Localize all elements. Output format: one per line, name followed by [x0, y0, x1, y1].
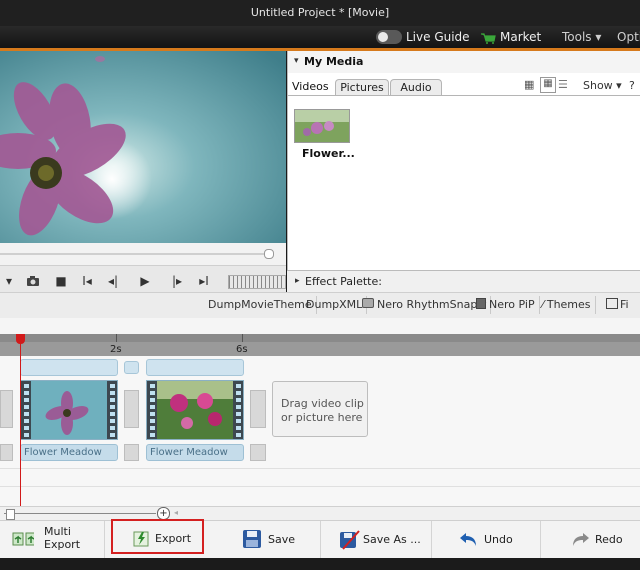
stop-icon[interactable]: ■ — [52, 272, 70, 290]
playhead-handle[interactable] — [16, 334, 25, 344]
export-button[interactable]: Export — [111, 519, 204, 554]
dumpmovietheme-button[interactable]: DumpMovieTheme — [204, 296, 317, 314]
pip-icon — [476, 298, 486, 309]
export-label: Export — [155, 532, 192, 545]
window-title: Untitled Project * [Movie] — [250, 6, 390, 19]
help-icon[interactable]: ? — [629, 79, 635, 92]
drop-zone-text: Drag video clip or picture here — [281, 397, 364, 424]
list-view-icon[interactable]: ☰ — [558, 78, 568, 91]
save-as-label: Save As ... — [363, 533, 421, 546]
video-clip[interactable] — [146, 380, 244, 440]
zoom-slider-handle[interactable] — [6, 509, 15, 520]
scroll-left-icon[interactable]: ◂ — [174, 508, 178, 517]
window-bottom-edge — [0, 558, 640, 570]
save-button[interactable]: Save — [212, 521, 321, 559]
drop-zone[interactable]: Drag video clip or picture here — [272, 381, 368, 437]
themes-button[interactable]: ⁄ Themes — [538, 296, 596, 314]
floppy-disk-icon — [243, 530, 261, 548]
redo-label: Redo — [595, 533, 623, 546]
media-item-label: Flower... — [302, 147, 355, 160]
save-as-button[interactable]: Save As ... — [321, 521, 432, 559]
transition-placeholder[interactable] — [124, 390, 139, 428]
timeline-spacer — [0, 318, 640, 334]
expand-arrow-icon[interactable]: ▸ — [295, 276, 300, 286]
clip-label[interactable]: Flower Meadow — [20, 444, 118, 461]
multi-export-button[interactable]: Multi Export — [0, 521, 105, 559]
transition-slot[interactable] — [146, 359, 244, 376]
tab-videos[interactable]: Videos — [292, 80, 329, 93]
scrubber-track[interactable] — [0, 253, 272, 255]
cart-icon — [481, 33, 496, 44]
ruler-tick-6s: 6s — [236, 344, 248, 355]
play-icon[interactable]: ▶ — [136, 272, 154, 290]
drum-icon — [362, 298, 374, 308]
timeline-ruler[interactable]: 2s 6s — [0, 334, 640, 356]
redo-icon — [573, 533, 589, 546]
clip-thumbnail — [157, 381, 233, 439]
next-frame-icon[interactable]: |▸ — [168, 272, 186, 290]
fit-button[interactable]: Fi — [602, 296, 633, 314]
jog-wheel[interactable] — [228, 275, 286, 289]
mark-out-icon[interactable]: ▸I — [195, 272, 213, 290]
tools-menu[interactable]: Tools ▾ — [562, 30, 601, 44]
media-thumbnail[interactable] — [294, 109, 350, 143]
scrubber-handle[interactable] — [264, 249, 274, 259]
playhead[interactable] — [16, 334, 25, 506]
tab-audio[interactable]: Audio — [390, 79, 442, 96]
tab-pictures[interactable]: Pictures — [335, 79, 389, 96]
preview-window[interactable] — [0, 51, 286, 243]
show-dropdown[interactable]: Show ▾ — [583, 79, 622, 92]
small-thumbnails-icon[interactable]: ▦ — [540, 77, 556, 93]
options-menu[interactable]: Opti — [617, 30, 640, 44]
camera-icon[interactable] — [24, 272, 42, 290]
my-media-header: ▾ My Media — [288, 51, 640, 73]
ruler-tick-2s: 2s — [110, 344, 122, 355]
nero-pip-button[interactable]: Nero PiP — [472, 296, 540, 314]
timeline-zoom-bar: + ◂ — [0, 506, 640, 521]
previous-frame-icon[interactable]: ◂| — [104, 272, 122, 290]
video-clip[interactable] — [20, 380, 118, 440]
clip-thumbnail — [31, 381, 107, 439]
transition-slot[interactable] — [20, 359, 118, 376]
undo-label: Undo — [484, 533, 513, 546]
transition-placeholder[interactable] — [0, 390, 13, 428]
dropdown-arrow-icon[interactable]: ▾ — [0, 272, 18, 290]
audio-placeholder[interactable] — [0, 444, 13, 461]
fit-icon — [606, 298, 618, 309]
preview-image — [0, 51, 286, 243]
export-icon — [133, 531, 149, 547]
bottom-toolbar: Multi Export Export Save Save As ... Und… — [0, 519, 640, 559]
clip-label[interactable]: Flower Meadow — [146, 444, 244, 461]
collapse-arrow-icon[interactable]: ▾ — [294, 56, 299, 66]
plugin-toolbar: DumpMovieTheme DumpXML Nero RhythmSnap ▾… — [0, 292, 640, 320]
title-bar: Untitled Project * [Movie] — [0, 0, 640, 26]
audio-placeholder[interactable] — [250, 444, 266, 461]
transition-slot[interactable] — [124, 361, 139, 374]
effect-palette-label: Effect Palette: — [305, 275, 382, 288]
menu-bar: Live Guide Market Tools ▾ Opti — [0, 26, 640, 48]
magic-wand-icon: ⁄ — [542, 298, 544, 311]
multi-export-label: Multi Export — [44, 525, 81, 551]
large-thumbnails-icon[interactable]: ▦ — [524, 78, 534, 91]
audio-placeholder[interactable] — [124, 444, 139, 461]
thumbnail-image — [295, 110, 349, 142]
multi-export-icon — [12, 532, 34, 546]
my-media-title: My Media — [304, 55, 364, 68]
transition-placeholder[interactable] — [250, 390, 266, 428]
preview-scrubber[interactable] — [0, 243, 286, 265]
market-menu[interactable]: Market — [500, 30, 541, 44]
live-guide-toggle[interactable] — [376, 30, 402, 44]
save-label: Save — [268, 533, 296, 546]
tab-divider — [288, 95, 640, 96]
zoom-slider-track[interactable] — [4, 513, 156, 514]
live-guide-label[interactable]: Live Guide — [406, 30, 470, 44]
save-as-icon — [340, 530, 360, 550]
mark-in-icon[interactable]: I◂ — [78, 272, 96, 290]
effect-palette-bar[interactable]: ▸ Effect Palette: — [287, 270, 640, 293]
undo-button[interactable]: Undo — [432, 521, 541, 559]
my-media-panel: ▾ My Media Videos Pictures Audio ▦ ▦ ☰ S… — [287, 51, 640, 270]
redo-button[interactable]: Redo — [541, 521, 640, 559]
undo-icon — [460, 533, 476, 546]
